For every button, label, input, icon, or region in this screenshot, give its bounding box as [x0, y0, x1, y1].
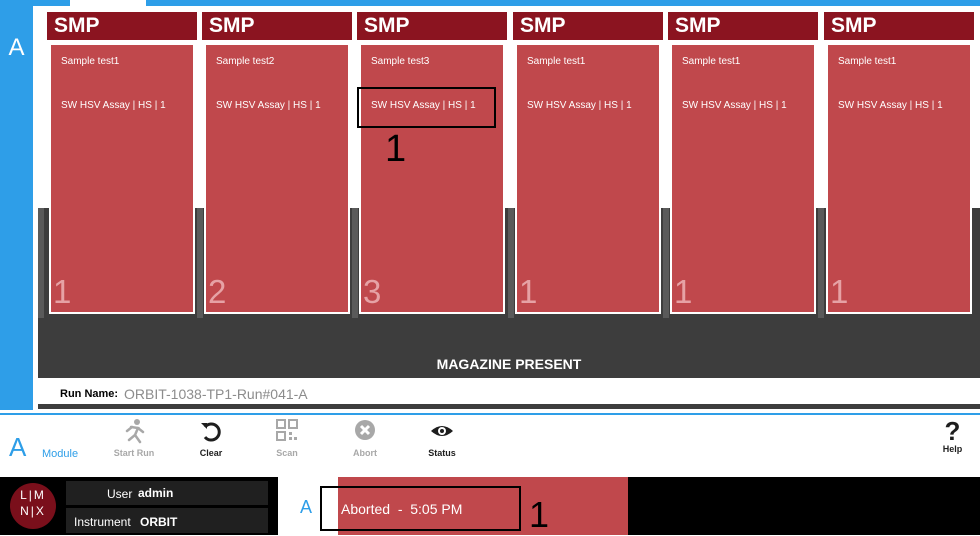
cartridge-assay: SW HSV Assay | HS | 1 — [682, 100, 787, 111]
cartridge-slot-3[interactable]: SMP Sample test3 SW HSV Assay | HS | 1 3 — [357, 12, 507, 314]
toolbar-divider — [0, 413, 980, 415]
module-letter: A — [8, 34, 25, 61]
abort-button[interactable]: Abort — [335, 418, 395, 458]
help-label: Help — [942, 444, 963, 454]
cartridge-sample: Sample test1 — [838, 56, 897, 67]
run-icon — [104, 418, 164, 444]
user-value: admin — [138, 486, 174, 500]
help-button[interactable]: ? Help — [925, 418, 980, 454]
close-circle-icon — [335, 418, 395, 444]
cartridge-number: 1 — [830, 273, 849, 310]
cartridge-header: SMP — [824, 12, 974, 40]
cartridge-number: 3 — [363, 273, 382, 310]
annotation-callout: 1 — [529, 494, 550, 535]
status-label: Status — [428, 448, 456, 458]
cartridge-slot-4[interactable]: SMP Sample test1 SW HSV Assay | HS | 1 1 — [513, 12, 663, 314]
cartridge-sample: Sample test1 — [61, 56, 120, 67]
scan-button[interactable]: Scan — [257, 418, 317, 458]
cartridge-sample: Sample test3 — [371, 56, 430, 67]
cartridge-header: SMP — [513, 12, 663, 40]
scan-label: Scan — [276, 448, 298, 458]
clear-label: Clear — [199, 448, 223, 458]
cartridge-title: SMP — [520, 14, 566, 37]
cartridge-assay: SW HSV Assay | HS | 1 — [527, 100, 632, 111]
annotation-highlight-box — [357, 87, 496, 128]
module-status-letter: A — [300, 497, 313, 517]
instrument-value: ORBIT — [140, 515, 178, 529]
cartridge-header: SMP — [47, 12, 197, 40]
annotation-highlight-box — [320, 486, 521, 531]
cartridge-assay: SW HSV Assay | HS | 1 — [61, 100, 166, 111]
cartridge-header: SMP — [357, 12, 507, 40]
cartridge-number: 1 — [519, 273, 538, 310]
run-name-label: Run Name: — [60, 388, 119, 400]
cartridge-title: SMP — [209, 14, 255, 37]
abort-label: Abort — [353, 448, 377, 458]
divider — [38, 404, 980, 409]
start-run-label: Start Run — [113, 448, 155, 458]
cartridge-body: Sample test2 SW HSV Assay | HS | 1 2 — [204, 43, 350, 314]
instrument-label: Instrument — [74, 515, 131, 529]
cartridge-title: SMP — [364, 14, 410, 37]
logo-mark: L|M N|X — [20, 488, 46, 518]
toolbar-module-letter: A — [9, 432, 27, 462]
magazine-status: MAGAZINE PRESENT — [436, 356, 582, 372]
cartridge-slot-6[interactable]: SMP Sample test1 SW HSV Assay | HS | 1 1 — [824, 12, 974, 314]
cartridge-slot-1[interactable]: SMP Sample test1 SW HSV Assay | HS | 1 1 — [47, 12, 197, 314]
run-name-value: ORBIT-1038-TP1-Run#041-A — [124, 386, 308, 402]
eye-icon — [412, 418, 472, 444]
cartridge-assay: SW HSV Assay | HS | 1 — [838, 100, 943, 111]
cartridge-body: Sample test3 SW HSV Assay | HS | 1 3 — [359, 43, 505, 314]
qr-code-icon — [257, 418, 317, 444]
cartridge-sample: Sample test1 — [682, 56, 741, 67]
cartridge-title: SMP — [675, 14, 721, 37]
user-label: User — [107, 487, 133, 501]
start-run-button[interactable]: Start Run — [104, 418, 164, 458]
status-button[interactable]: Status — [412, 418, 472, 458]
cartridge-header: SMP — [202, 12, 352, 40]
cartridge-header: SMP — [668, 12, 818, 40]
cartridge-sample: Sample test2 — [216, 56, 275, 67]
cartridge-slot-2[interactable]: SMP Sample test2 SW HSV Assay | HS | 1 2 — [202, 12, 352, 314]
cartridge-body: Sample test1 SW HSV Assay | HS | 1 1 — [515, 43, 661, 314]
annotation-callout: 1 — [385, 128, 407, 170]
cartridge-sample: Sample test1 — [527, 56, 586, 67]
cartridge-slot-5[interactable]: SMP Sample test1 SW HSV Assay | HS | 1 1 — [668, 12, 818, 314]
undo-icon — [181, 418, 241, 444]
module-side-bar — [0, 6, 33, 410]
cartridge-title: SMP — [831, 14, 877, 37]
slot-separator — [38, 208, 44, 318]
cartridge-number: 1 — [53, 273, 72, 310]
cartridge-body: Sample test1 SW HSV Assay | HS | 1 1 — [826, 43, 972, 314]
help-icon: ? — [944, 416, 961, 446]
cartridge-number: 1 — [674, 273, 693, 310]
cartridge-assay: SW HSV Assay | HS | 1 — [216, 100, 321, 111]
cartridge-title: SMP — [54, 14, 100, 37]
cartridge-body: Sample test1 SW HSV Assay | HS | 1 1 — [49, 43, 195, 314]
clear-button[interactable]: Clear — [181, 418, 241, 458]
toolbar-module-label: Module — [42, 448, 79, 460]
cartridge-number: 2 — [208, 273, 227, 310]
cartridge-body: Sample test1 SW HSV Assay | HS | 1 1 — [670, 43, 816, 314]
